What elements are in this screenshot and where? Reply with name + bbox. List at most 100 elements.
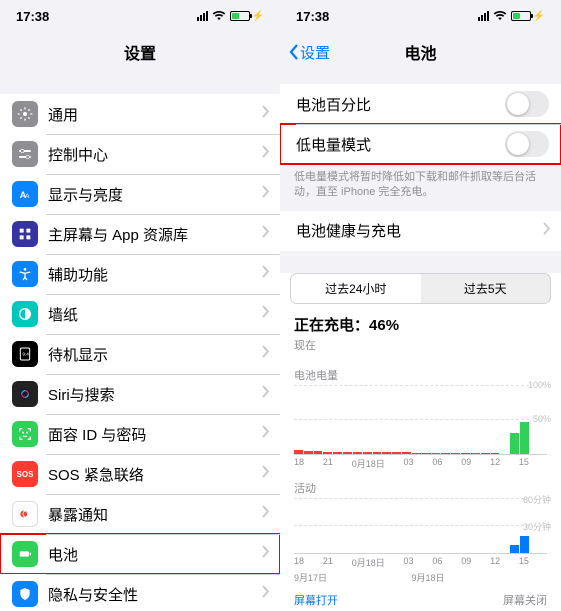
row-label: 待机显示 xyxy=(48,344,262,365)
chevron-right-icon xyxy=(262,225,270,243)
chevron-right-icon xyxy=(262,345,270,363)
toggle-percent[interactable] xyxy=(505,91,549,117)
control-icon xyxy=(12,141,38,167)
date-axis: 9月17日9月18日 xyxy=(294,571,547,584)
row-battery-percent[interactable]: 电池百分比 xyxy=(280,84,561,124)
chevron-right-icon xyxy=(262,505,270,523)
row-standby[interactable]: 9:4 待机显示 xyxy=(0,334,280,374)
signal-icon xyxy=(478,11,489,21)
row-home[interactable]: 主屏幕与 App 资源库 xyxy=(0,214,280,254)
row-privacy[interactable]: 隐私与安全性 xyxy=(0,574,280,611)
row-battery-health[interactable]: 电池健康与充电 xyxy=(280,211,561,251)
battery-icon xyxy=(511,11,531,21)
row-label: 面容 ID 与密码 xyxy=(48,424,262,445)
row-label: 通用 xyxy=(48,104,262,125)
row-accessibility[interactable]: 辅助功能 xyxy=(0,254,280,294)
row-label: 显示与亮度 xyxy=(48,184,262,205)
footnote-lowpower: 低电量模式将暂时降低如下载和邮件抓取等后台活动，直至 iPhone 完全充电。 xyxy=(280,164,561,211)
bar xyxy=(412,453,421,454)
bar xyxy=(491,453,500,454)
phone-settings: 17:38 ⚡ 设置 通用控制中心AA显示与亮度主屏幕与 App 资源库辅助功能… xyxy=(0,0,280,611)
chevron-right-icon xyxy=(262,145,270,163)
x-axis: 18210月18日0306091215 xyxy=(294,556,547,569)
bar xyxy=(451,453,460,454)
bar xyxy=(432,453,441,454)
phone-battery: 17:38 ⚡ 设置 电池 电池百分比 低电量模式 xyxy=(280,0,561,611)
row-label: 电池健康与充电 xyxy=(292,220,543,241)
chevron-right-icon xyxy=(262,465,270,483)
bar xyxy=(392,452,401,453)
bar xyxy=(373,452,382,453)
row-siri[interactable]: Siri与搜索 xyxy=(0,374,280,414)
bar xyxy=(314,451,323,454)
bar xyxy=(510,433,519,454)
svg-text:A: A xyxy=(25,193,30,200)
row-sos[interactable]: SOSSOS 紧急联络 xyxy=(0,454,280,494)
bar xyxy=(471,453,480,454)
faceid-icon xyxy=(12,421,38,447)
bar xyxy=(323,452,332,454)
row-faceid[interactable]: 面容 ID 与密码 xyxy=(0,414,280,454)
row-wallpaper[interactable]: 墙纸 xyxy=(0,294,280,334)
row-battery[interactable]: 电池 xyxy=(0,534,280,574)
wifi-icon xyxy=(212,11,226,21)
bar xyxy=(363,452,372,453)
bar xyxy=(441,453,450,454)
charge-icon: ⚡ xyxy=(252,11,264,22)
wallpaper-icon xyxy=(12,301,38,327)
status-icons: ⚡ xyxy=(197,11,264,22)
bar xyxy=(402,452,411,453)
nav-bar: 设置 电池 xyxy=(280,32,561,72)
general-icon xyxy=(12,101,38,127)
charging-sub: 现在 xyxy=(294,337,547,353)
tab-5d[interactable]: 过去5天 xyxy=(421,274,551,303)
row-control[interactable]: 控制中心 xyxy=(0,134,280,174)
chevron-right-icon xyxy=(262,585,270,603)
status-time: 17:38 xyxy=(296,9,329,24)
row-label: 电池百分比 xyxy=(292,94,505,115)
row-label: 主屏幕与 App 资源库 xyxy=(48,224,262,245)
row-low-power[interactable]: 低电量模式 xyxy=(280,124,561,164)
x-axis: 18210月18日0306091215 xyxy=(294,457,547,470)
status-bar: 17:38 ⚡ xyxy=(280,0,561,32)
page-title: 电池 xyxy=(404,40,436,64)
bar xyxy=(510,545,519,552)
signal-icon xyxy=(197,11,208,21)
bar xyxy=(481,453,490,454)
row-label: 电池 xyxy=(48,544,262,565)
legend-screen-off: 屏幕关闭 xyxy=(503,592,547,608)
home-icon xyxy=(12,221,38,247)
y-label: 50% xyxy=(533,414,551,424)
bar xyxy=(422,453,431,454)
row-label: 暴露通知 xyxy=(48,504,262,525)
siri-icon xyxy=(12,381,38,407)
bar xyxy=(353,452,362,453)
bar xyxy=(333,452,342,454)
row-general[interactable]: 通用 xyxy=(0,94,280,134)
privacy-icon xyxy=(12,581,38,607)
toggle-lowpower[interactable] xyxy=(505,131,549,157)
chevron-right-icon xyxy=(262,105,270,123)
row-label: Siri与搜索 xyxy=(48,384,262,405)
tab-24h[interactable]: 过去24小时 xyxy=(291,274,421,303)
charge-icon: ⚡ xyxy=(533,11,545,22)
time-range-tabs: 过去24小时 过去5天 xyxy=(290,273,551,304)
row-exposure[interactable]: 暴露通知 xyxy=(0,494,280,534)
nav-bar: 设置 xyxy=(0,32,280,72)
legend-screen-on: 屏幕打开 xyxy=(294,592,338,608)
standby-icon: 9:4 xyxy=(12,341,38,367)
row-display[interactable]: AA显示与亮度 xyxy=(0,174,280,214)
svg-text:9:4: 9:4 xyxy=(22,351,29,356)
wifi-icon xyxy=(493,11,507,21)
back-button[interactable]: 设置 xyxy=(288,42,330,63)
exposure-icon xyxy=(12,501,38,527)
bar xyxy=(343,452,352,454)
status-icons: ⚡ xyxy=(478,11,545,22)
battery-icon xyxy=(12,541,38,567)
activity-chart-label: 活动 xyxy=(294,480,547,496)
row-label: 低电量模式 xyxy=(292,134,505,155)
chevron-right-icon xyxy=(262,305,270,323)
settings-list: 通用控制中心AA显示与亮度主屏幕与 App 资源库辅助功能墙纸9:4待机显示Si… xyxy=(0,94,280,611)
charging-pct: 46% xyxy=(369,317,399,334)
chevron-right-icon xyxy=(543,222,551,240)
